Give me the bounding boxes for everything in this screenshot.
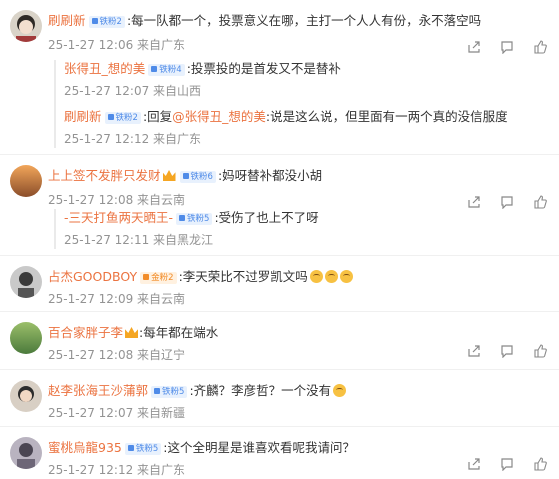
reply-meta: 25-1-27 12:12 来自广东 [64, 132, 202, 146]
fan-badge: 铁粉2 [104, 112, 141, 124]
reply-thread: -三天打鱼两天晒王- 铁粉5:受伤了也上不了呀 25-1-27 12:11 来自黑… [54, 209, 547, 249]
reply-text: :受伤了也上不了呀 [214, 210, 319, 225]
share-icon[interactable] [467, 195, 481, 209]
comment-item: 占杰GOODBOY 金粉2:李天荣比不过罗凯文吗 25-1-27 12:09 来自… [0, 256, 559, 312]
like-icon[interactable] [533, 195, 547, 209]
comment-actions [467, 344, 547, 358]
username[interactable]: 蜜桃烏龍935 [48, 440, 122, 455]
comment-item: 上上签不发胖只发财 铁粉6:妈呀替补都没小胡 25-1-27 12:08 来自云南… [0, 155, 559, 256]
fan-badge: 铁粉5 [151, 386, 188, 398]
reply-username[interactable]: 张得丑_想的美 [64, 61, 145, 76]
like-icon[interactable] [533, 40, 547, 54]
username[interactable]: 刷刷新 [48, 13, 86, 28]
comment-item: 赵李张海王沙蒲郭 铁粉5:齐麟？李彦哲？一个没有 25-1-27 12:07 来自… [0, 370, 559, 427]
avatar[interactable] [10, 322, 42, 354]
username[interactable]: 上上签不发胖只发财 [48, 168, 161, 183]
fan-badge: 铁粉6 [179, 171, 216, 183]
comment-item: 刷刷新 铁粉2:每一队都一个，投票意义在哪，主打一个人人有份，永不落空吗 25-1… [0, 0, 559, 155]
reply-text: :说是这么说，但里面有一两个真的没信服度 [265, 109, 508, 124]
comment-icon[interactable] [500, 40, 514, 54]
share-icon[interactable] [467, 457, 481, 471]
like-icon[interactable] [533, 457, 547, 471]
comment-text: :李天荣比不过罗凯文吗 [178, 269, 308, 284]
comment-text: :这个全明星是谁喜欢看呢我请问？ [163, 440, 355, 455]
crown-icon [125, 327, 139, 338]
reply-text: :投票投的是首发又不是替补 [186, 61, 341, 76]
fan-badge: 铁粉5 [176, 213, 213, 225]
comment-text: :每一队都一个，投票意义在哪，主打一个人人有份，永不落空吗 [126, 13, 482, 28]
comment-actions [467, 457, 547, 471]
comment-text: :每年都在端水 [139, 325, 219, 340]
emoji-icon [309, 270, 323, 283]
reply-meta: 25-1-27 12:11 来自黑龙江 [64, 233, 214, 247]
comment-item: 百合家胖子李:每年都在端水 25-1-27 12:08 来自辽宁 [0, 312, 559, 370]
share-icon[interactable] [467, 344, 481, 358]
reply-meta: 25-1-27 12:07 来自山西 [64, 84, 202, 98]
comment-actions [467, 195, 547, 209]
comment-icon[interactable] [500, 195, 514, 209]
emoji-icon [324, 270, 338, 283]
fan-badge: 铁粉4 [148, 64, 185, 76]
username[interactable]: 占杰GOODBOY [48, 269, 137, 284]
username[interactable]: 赵李张海王沙蒲郭 [48, 383, 148, 398]
comment-actions [467, 40, 547, 54]
fan-badge: 铁粉5 [124, 443, 162, 455]
reply-prefix: :回复 [142, 109, 173, 124]
fan-badge: 金粉2 [140, 272, 177, 284]
fan-badge: 铁粉2 [88, 16, 125, 28]
reply-username[interactable]: -三天打鱼两天晒王- [64, 210, 173, 225]
comment-icon[interactable] [500, 457, 514, 471]
emoji-icon [333, 384, 347, 397]
crown-icon [162, 170, 176, 181]
comment-item: 蜜桃烏龍935 铁粉5:这个全明星是谁喜欢看呢我请问？ 25-1-27 12:12… [0, 427, 559, 479]
mention-link[interactable]: @张得丑_想的美 [172, 109, 266, 124]
comment-icon[interactable] [500, 344, 514, 358]
like-icon[interactable] [533, 344, 547, 358]
share-icon[interactable] [467, 40, 481, 54]
avatar[interactable] [10, 165, 42, 197]
reply-thread: 张得丑_想的美 铁粉4:投票投的是首发又不是替补 25-1-27 12:07 来自… [54, 60, 547, 148]
avatar[interactable] [10, 266, 42, 298]
emoji-icon [339, 270, 353, 283]
comment-meta: 25-1-27 12:07 来自新疆 [48, 406, 186, 420]
reply-username[interactable]: 刷刷新 [64, 109, 102, 124]
comment-meta: 25-1-27 12:09 来自云南 [48, 292, 186, 306]
avatar[interactable] [10, 10, 42, 42]
comment-list: 刷刷新 铁粉2:每一队都一个，投票意义在哪，主打一个人人有份，永不落空吗 25-1… [0, 0, 559, 477]
avatar[interactable] [10, 437, 42, 469]
username[interactable]: 百合家胖子李 [48, 325, 123, 340]
avatar[interactable] [10, 380, 42, 412]
comment-text: :妈呀替补都没小胡 [217, 168, 323, 183]
comment-text: :齐麟？李彦哲？一个没有 [189, 383, 332, 398]
